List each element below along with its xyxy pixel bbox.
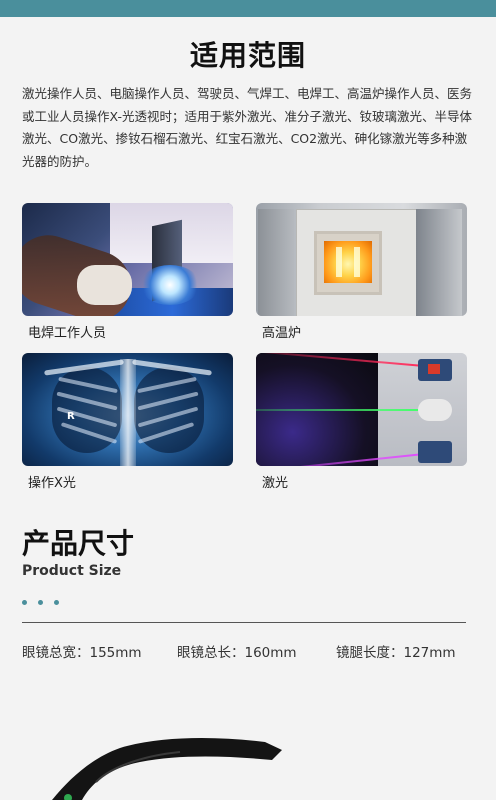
dot <box>54 600 59 605</box>
card-xray: R 操作X光 <box>22 353 233 491</box>
furnace-side <box>416 209 462 316</box>
card-caption: 高温炉 <box>262 326 302 341</box>
dot <box>22 600 27 605</box>
size-title: 产品尺寸 <box>22 527 135 560</box>
wall-panel <box>258 209 294 316</box>
dots-decoration <box>22 600 59 605</box>
spec-total-width: 眼镜总宽：155mm <box>22 645 142 661</box>
furnace-image <box>256 203 467 316</box>
divider <box>22 622 466 623</box>
laser-module <box>418 399 452 421</box>
spine <box>120 359 136 466</box>
scope-title: 适用范围 <box>189 39 306 72</box>
size-subtitle: Product Size <box>22 563 122 579</box>
card-welder: 电焊工作人员 <box>22 203 233 341</box>
welding-image <box>22 203 233 316</box>
card-caption: 电焊工作人员 <box>28 326 107 341</box>
scope-description: 激光操作人员、电脑操作人员、驾驶员、气焊工、电焊工、高温炉操作人员、医务或工业人… <box>22 86 473 169</box>
laser-module-part <box>428 364 440 374</box>
dot <box>38 600 43 605</box>
spec-total-length: 眼镜总长：160mm <box>177 645 297 661</box>
laser-module <box>418 441 452 463</box>
green-laser-beam <box>256 409 421 411</box>
welding-spark <box>140 265 200 305</box>
welder-glove <box>77 265 132 305</box>
glasses-side-view <box>52 738 282 800</box>
card-furnace: 高温炉 <box>256 203 467 341</box>
xray-image: R <box>22 353 233 466</box>
card-laser: 激光 <box>256 353 467 491</box>
furnace-glow <box>324 241 372 283</box>
spec-temple-length: 镜腿长度：127mm <box>336 645 456 661</box>
laser-image <box>256 353 467 466</box>
top-accent-band <box>0 0 496 17</box>
card-caption: 激光 <box>262 476 289 491</box>
card-caption: 操作X光 <box>28 476 76 491</box>
glasses-temple-arm <box>52 738 282 800</box>
xray-marker: R <box>67 411 75 422</box>
